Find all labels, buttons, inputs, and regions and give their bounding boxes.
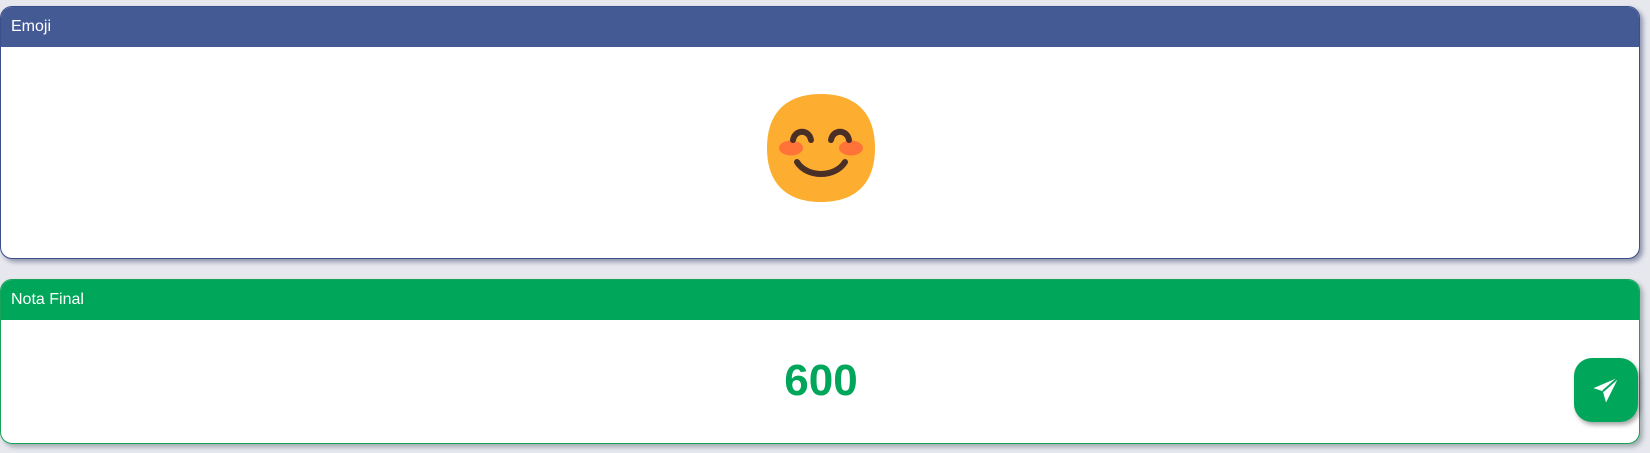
smiling-face-icon xyxy=(767,94,875,202)
nota-final-value: 600 xyxy=(784,356,858,405)
nota-final-card-title: Nota Final xyxy=(11,291,84,308)
send-button[interactable] xyxy=(1574,358,1638,422)
nota-final-card: Nota Final 600 xyxy=(0,279,1640,444)
emoji-card-body xyxy=(1,47,1639,258)
emoji-card-title: Emoji xyxy=(11,18,52,35)
emoji-card: Emoji xyxy=(0,6,1640,259)
emoji-card-header: Emoji xyxy=(1,7,1639,47)
nota-final-card-body: 600 xyxy=(1,320,1639,443)
nota-final-card-header: Nota Final xyxy=(1,280,1639,320)
paper-plane-icon xyxy=(1593,376,1620,403)
